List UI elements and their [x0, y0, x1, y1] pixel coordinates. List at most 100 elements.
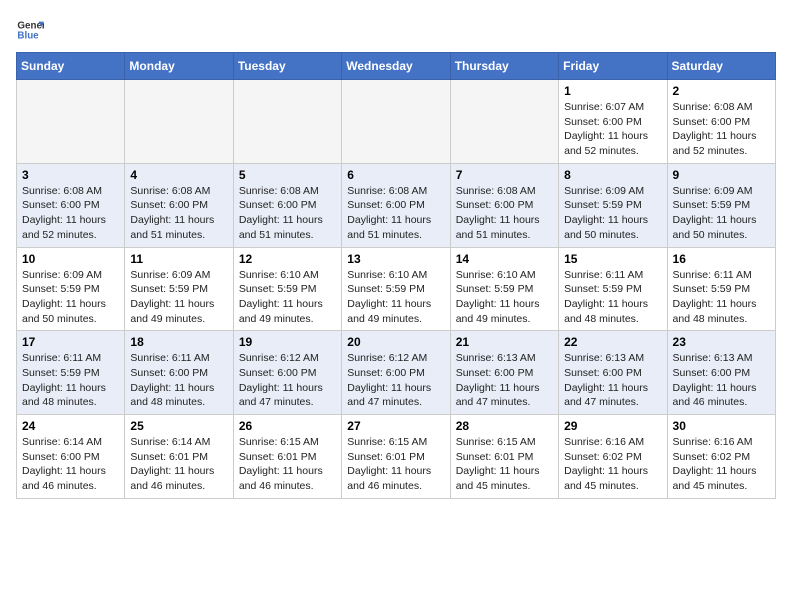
day-number: 8 — [564, 168, 661, 182]
day-number: 13 — [347, 252, 444, 266]
calendar-cell: 23 Sunrise: 6:13 AM Sunset: 6:00 PM Dayli… — [667, 331, 775, 415]
day-number: 14 — [456, 252, 553, 266]
day-info: Sunrise: 6:11 AM Sunset: 5:59 PM Dayligh… — [673, 268, 770, 327]
day-number: 2 — [673, 84, 770, 98]
day-number: 3 — [22, 168, 119, 182]
day-info: Sunrise: 6:12 AM Sunset: 6:00 PM Dayligh… — [347, 351, 444, 410]
calendar-cell: 20Sunrise: 6:12 AM Sunset: 6:00 PM Dayli… — [342, 331, 450, 415]
col-header-monday: Monday — [125, 53, 233, 80]
day-info: Sunrise: 6:14 AM Sunset: 6:00 PM Dayligh… — [22, 435, 119, 494]
day-number: 7 — [456, 168, 553, 182]
day-info: Sunrise: 6:16 AM Sunset: 6:02 PM Dayligh… — [564, 435, 661, 494]
calendar-cell: 6 Sunrise: 6:08 AM Sunset: 6:00 PM Daylig… — [342, 163, 450, 247]
day-info: Sunrise: 6:08 AM Sunset: 6:00 PM Dayligh… — [673, 100, 770, 159]
calendar-cell: 12Sunrise: 6:10 AM Sunset: 5:59 PM Dayli… — [233, 247, 341, 331]
calendar-cell: 13 Sunrise: 6:10 AM Sunset: 5:59 PM Dayli… — [342, 247, 450, 331]
day-info: Sunrise: 6:08 AM Sunset: 6:00 PM Dayligh… — [456, 184, 553, 243]
day-info: Sunrise: 6:10 AM Sunset: 5:59 PM Dayligh… — [239, 268, 336, 327]
day-info: Sunrise: 6:09 AM Sunset: 5:59 PM Dayligh… — [130, 268, 227, 327]
calendar-week-3: 10 Sunrise: 6:09 AM Sunset: 5:59 PM Dayli… — [17, 247, 776, 331]
day-info: Sunrise: 6:07 AM Sunset: 6:00 PM Dayligh… — [564, 100, 661, 159]
day-number: 22 — [564, 335, 661, 349]
day-info: Sunrise: 6:10 AM Sunset: 5:59 PM Dayligh… — [347, 268, 444, 327]
calendar-table: SundayMondayTuesdayWednesdayThursdayFrid… — [16, 52, 776, 499]
day-info: Sunrise: 6:15 AM Sunset: 6:01 PM Dayligh… — [347, 435, 444, 494]
day-number: 28 — [456, 419, 553, 433]
day-info: Sunrise: 6:13 AM Sunset: 6:00 PM Dayligh… — [673, 351, 770, 410]
logo-icon: General Blue — [16, 16, 44, 44]
calendar-week-5: 24 Sunrise: 6:14 AM Sunset: 6:00 PM Dayli… — [17, 415, 776, 499]
calendar-cell: 19Sunrise: 6:12 AM Sunset: 6:00 PM Dayli… — [233, 331, 341, 415]
calendar-cell: 2 Sunrise: 6:08 AM Sunset: 6:00 PM Daylig… — [667, 80, 775, 164]
day-number: 17 — [22, 335, 119, 349]
calendar-week-4: 17 Sunrise: 6:11 AM Sunset: 5:59 PM Dayli… — [17, 331, 776, 415]
day-number: 30 — [673, 419, 770, 433]
calendar-cell: 4 Sunrise: 6:08 AM Sunset: 6:00 PM Daylig… — [125, 163, 233, 247]
day-info: Sunrise: 6:08 AM Sunset: 6:00 PM Dayligh… — [130, 184, 227, 243]
day-number: 23 — [673, 335, 770, 349]
col-header-wednesday: Wednesday — [342, 53, 450, 80]
day-info: Sunrise: 6:09 AM Sunset: 5:59 PM Dayligh… — [22, 268, 119, 327]
day-info: Sunrise: 6:09 AM Sunset: 5:59 PM Dayligh… — [564, 184, 661, 243]
calendar-cell: 8 Sunrise: 6:09 AM Sunset: 5:59 PM Daylig… — [559, 163, 667, 247]
calendar-cell: 14 Sunrise: 6:10 AM Sunset: 5:59 PM Dayli… — [450, 247, 558, 331]
day-number: 4 — [130, 168, 227, 182]
col-header-thursday: Thursday — [450, 53, 558, 80]
calendar-cell: 30 Sunrise: 6:16 AM Sunset: 6:02 PM Dayli… — [667, 415, 775, 499]
day-number: 1 — [564, 84, 661, 98]
calendar-cell: 10 Sunrise: 6:09 AM Sunset: 5:59 PM Dayli… — [17, 247, 125, 331]
day-info: Sunrise: 6:15 AM Sunset: 6:01 PM Dayligh… — [456, 435, 553, 494]
calendar-cell: 15Sunrise: 6:11 AM Sunset: 5:59 PM Dayli… — [559, 247, 667, 331]
day-number: 10 — [22, 252, 119, 266]
calendar-cell: 28 Sunrise: 6:15 AM Sunset: 6:01 PM Dayli… — [450, 415, 558, 499]
calendar-cell: 21 Sunrise: 6:13 AM Sunset: 6:00 PM Dayli… — [450, 331, 558, 415]
day-info: Sunrise: 6:16 AM Sunset: 6:02 PM Dayligh… — [673, 435, 770, 494]
calendar-cell — [342, 80, 450, 164]
day-number: 9 — [673, 168, 770, 182]
calendar-cell: 22 Sunrise: 6:13 AM Sunset: 6:00 PM Dayli… — [559, 331, 667, 415]
day-number: 21 — [456, 335, 553, 349]
day-info: Sunrise: 6:13 AM Sunset: 6:00 PM Dayligh… — [456, 351, 553, 410]
calendar-cell: 3 Sunrise: 6:08 AM Sunset: 6:00 PM Daylig… — [17, 163, 125, 247]
day-number: 19 — [239, 335, 336, 349]
calendar-cell — [233, 80, 341, 164]
calendar-cell — [450, 80, 558, 164]
calendar-week-2: 3 Sunrise: 6:08 AM Sunset: 6:00 PM Daylig… — [17, 163, 776, 247]
calendar-cell — [125, 80, 233, 164]
day-info: Sunrise: 6:08 AM Sunset: 6:00 PM Dayligh… — [239, 184, 336, 243]
day-number: 11 — [130, 252, 227, 266]
day-info: Sunrise: 6:13 AM Sunset: 6:00 PM Dayligh… — [564, 351, 661, 410]
calendar-cell: 1 Sunrise: 6:07 AM Sunset: 6:00 PM Daylig… — [559, 80, 667, 164]
calendar-cell: 26 Sunrise: 6:15 AM Sunset: 6:01 PM Dayli… — [233, 415, 341, 499]
col-header-friday: Friday — [559, 53, 667, 80]
day-info: Sunrise: 6:11 AM Sunset: 5:59 PM Dayligh… — [22, 351, 119, 410]
day-number: 26 — [239, 419, 336, 433]
day-info: Sunrise: 6:08 AM Sunset: 6:00 PM Dayligh… — [22, 184, 119, 243]
day-info: Sunrise: 6:14 AM Sunset: 6:01 PM Dayligh… — [130, 435, 227, 494]
day-number: 29 — [564, 419, 661, 433]
day-number: 25 — [130, 419, 227, 433]
calendar-cell: 16 Sunrise: 6:11 AM Sunset: 5:59 PM Dayli… — [667, 247, 775, 331]
day-info: Sunrise: 6:10 AM Sunset: 5:59 PM Dayligh… — [456, 268, 553, 327]
day-number: 6 — [347, 168, 444, 182]
calendar-cell: 24 Sunrise: 6:14 AM Sunset: 6:00 PM Dayli… — [17, 415, 125, 499]
logo: General Blue — [16, 16, 44, 44]
day-info: Sunrise: 6:11 AM Sunset: 6:00 PM Dayligh… — [130, 351, 227, 410]
day-number: 16 — [673, 252, 770, 266]
col-header-tuesday: Tuesday — [233, 53, 341, 80]
calendar-week-1: 1 Sunrise: 6:07 AM Sunset: 6:00 PM Daylig… — [17, 80, 776, 164]
calendar-cell: 25 Sunrise: 6:14 AM Sunset: 6:01 PM Dayli… — [125, 415, 233, 499]
calendar-cell: 18Sunrise: 6:11 AM Sunset: 6:00 PM Dayli… — [125, 331, 233, 415]
calendar-cell — [17, 80, 125, 164]
day-info: Sunrise: 6:15 AM Sunset: 6:01 PM Dayligh… — [239, 435, 336, 494]
calendar-cell: 11 Sunrise: 6:09 AM Sunset: 5:59 PM Dayli… — [125, 247, 233, 331]
col-header-sunday: Sunday — [17, 53, 125, 80]
day-info: Sunrise: 6:11 AM Sunset: 5:59 PM Dayligh… — [564, 268, 661, 327]
page-header: General Blue — [16, 16, 776, 44]
calendar-cell: 27Sunrise: 6:15 AM Sunset: 6:01 PM Dayli… — [342, 415, 450, 499]
calendar-cell: 17 Sunrise: 6:11 AM Sunset: 5:59 PM Dayli… — [17, 331, 125, 415]
svg-text:Blue: Blue — [17, 30, 39, 41]
day-number: 5 — [239, 168, 336, 182]
day-number: 24 — [22, 419, 119, 433]
day-info: Sunrise: 6:08 AM Sunset: 6:00 PM Dayligh… — [347, 184, 444, 243]
